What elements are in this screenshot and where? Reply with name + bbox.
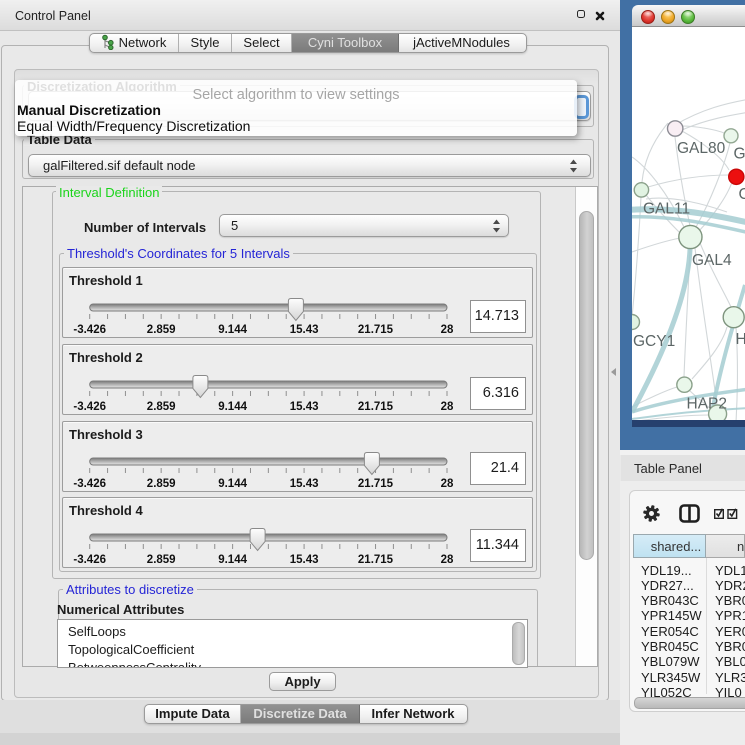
svg-text:GAL4: GAL4 [692,252,732,269]
svg-text:21.715: 21.715 [358,324,394,336]
svg-text:GAL11: GAL11 [643,201,690,218]
svg-text:2.859: 2.859 [147,324,176,336]
svg-text:2.859: 2.859 [147,401,176,413]
svg-text:-3.426: -3.426 [73,324,106,336]
svg-text:C: C [739,186,745,203]
svg-text:HAP2: HAP2 [687,396,728,413]
svg-text:2.859: 2.859 [147,554,176,566]
svg-text:15.43: 15.43 [290,401,319,413]
svg-text:21.715: 21.715 [358,478,394,490]
svg-text:9.144: 9.144 [218,401,247,413]
svg-text:9.144: 9.144 [218,554,247,566]
svg-text:21.715: 21.715 [358,401,394,413]
svg-text:H: H [736,331,745,348]
svg-text:28: 28 [441,554,454,566]
svg-text:G.: G. [734,146,745,163]
svg-text:9.144: 9.144 [218,478,247,490]
svg-text:28: 28 [441,324,454,336]
svg-text:GCY1: GCY1 [633,333,675,350]
svg-text:28: 28 [441,478,454,490]
svg-text:2.859: 2.859 [147,478,176,490]
svg-text:-3.426: -3.426 [73,401,106,413]
svg-text:-3.426: -3.426 [73,478,106,490]
svg-text:21.715: 21.715 [358,554,394,566]
svg-text:15.43: 15.43 [290,478,319,490]
svg-text:15.43: 15.43 [290,324,319,336]
svg-text:-3.426: -3.426 [73,554,106,566]
svg-text:GAL80: GAL80 [677,140,726,157]
svg-text:9.144: 9.144 [218,324,247,336]
svg-text:28: 28 [441,401,454,413]
svg-text:15.43: 15.43 [290,554,319,566]
